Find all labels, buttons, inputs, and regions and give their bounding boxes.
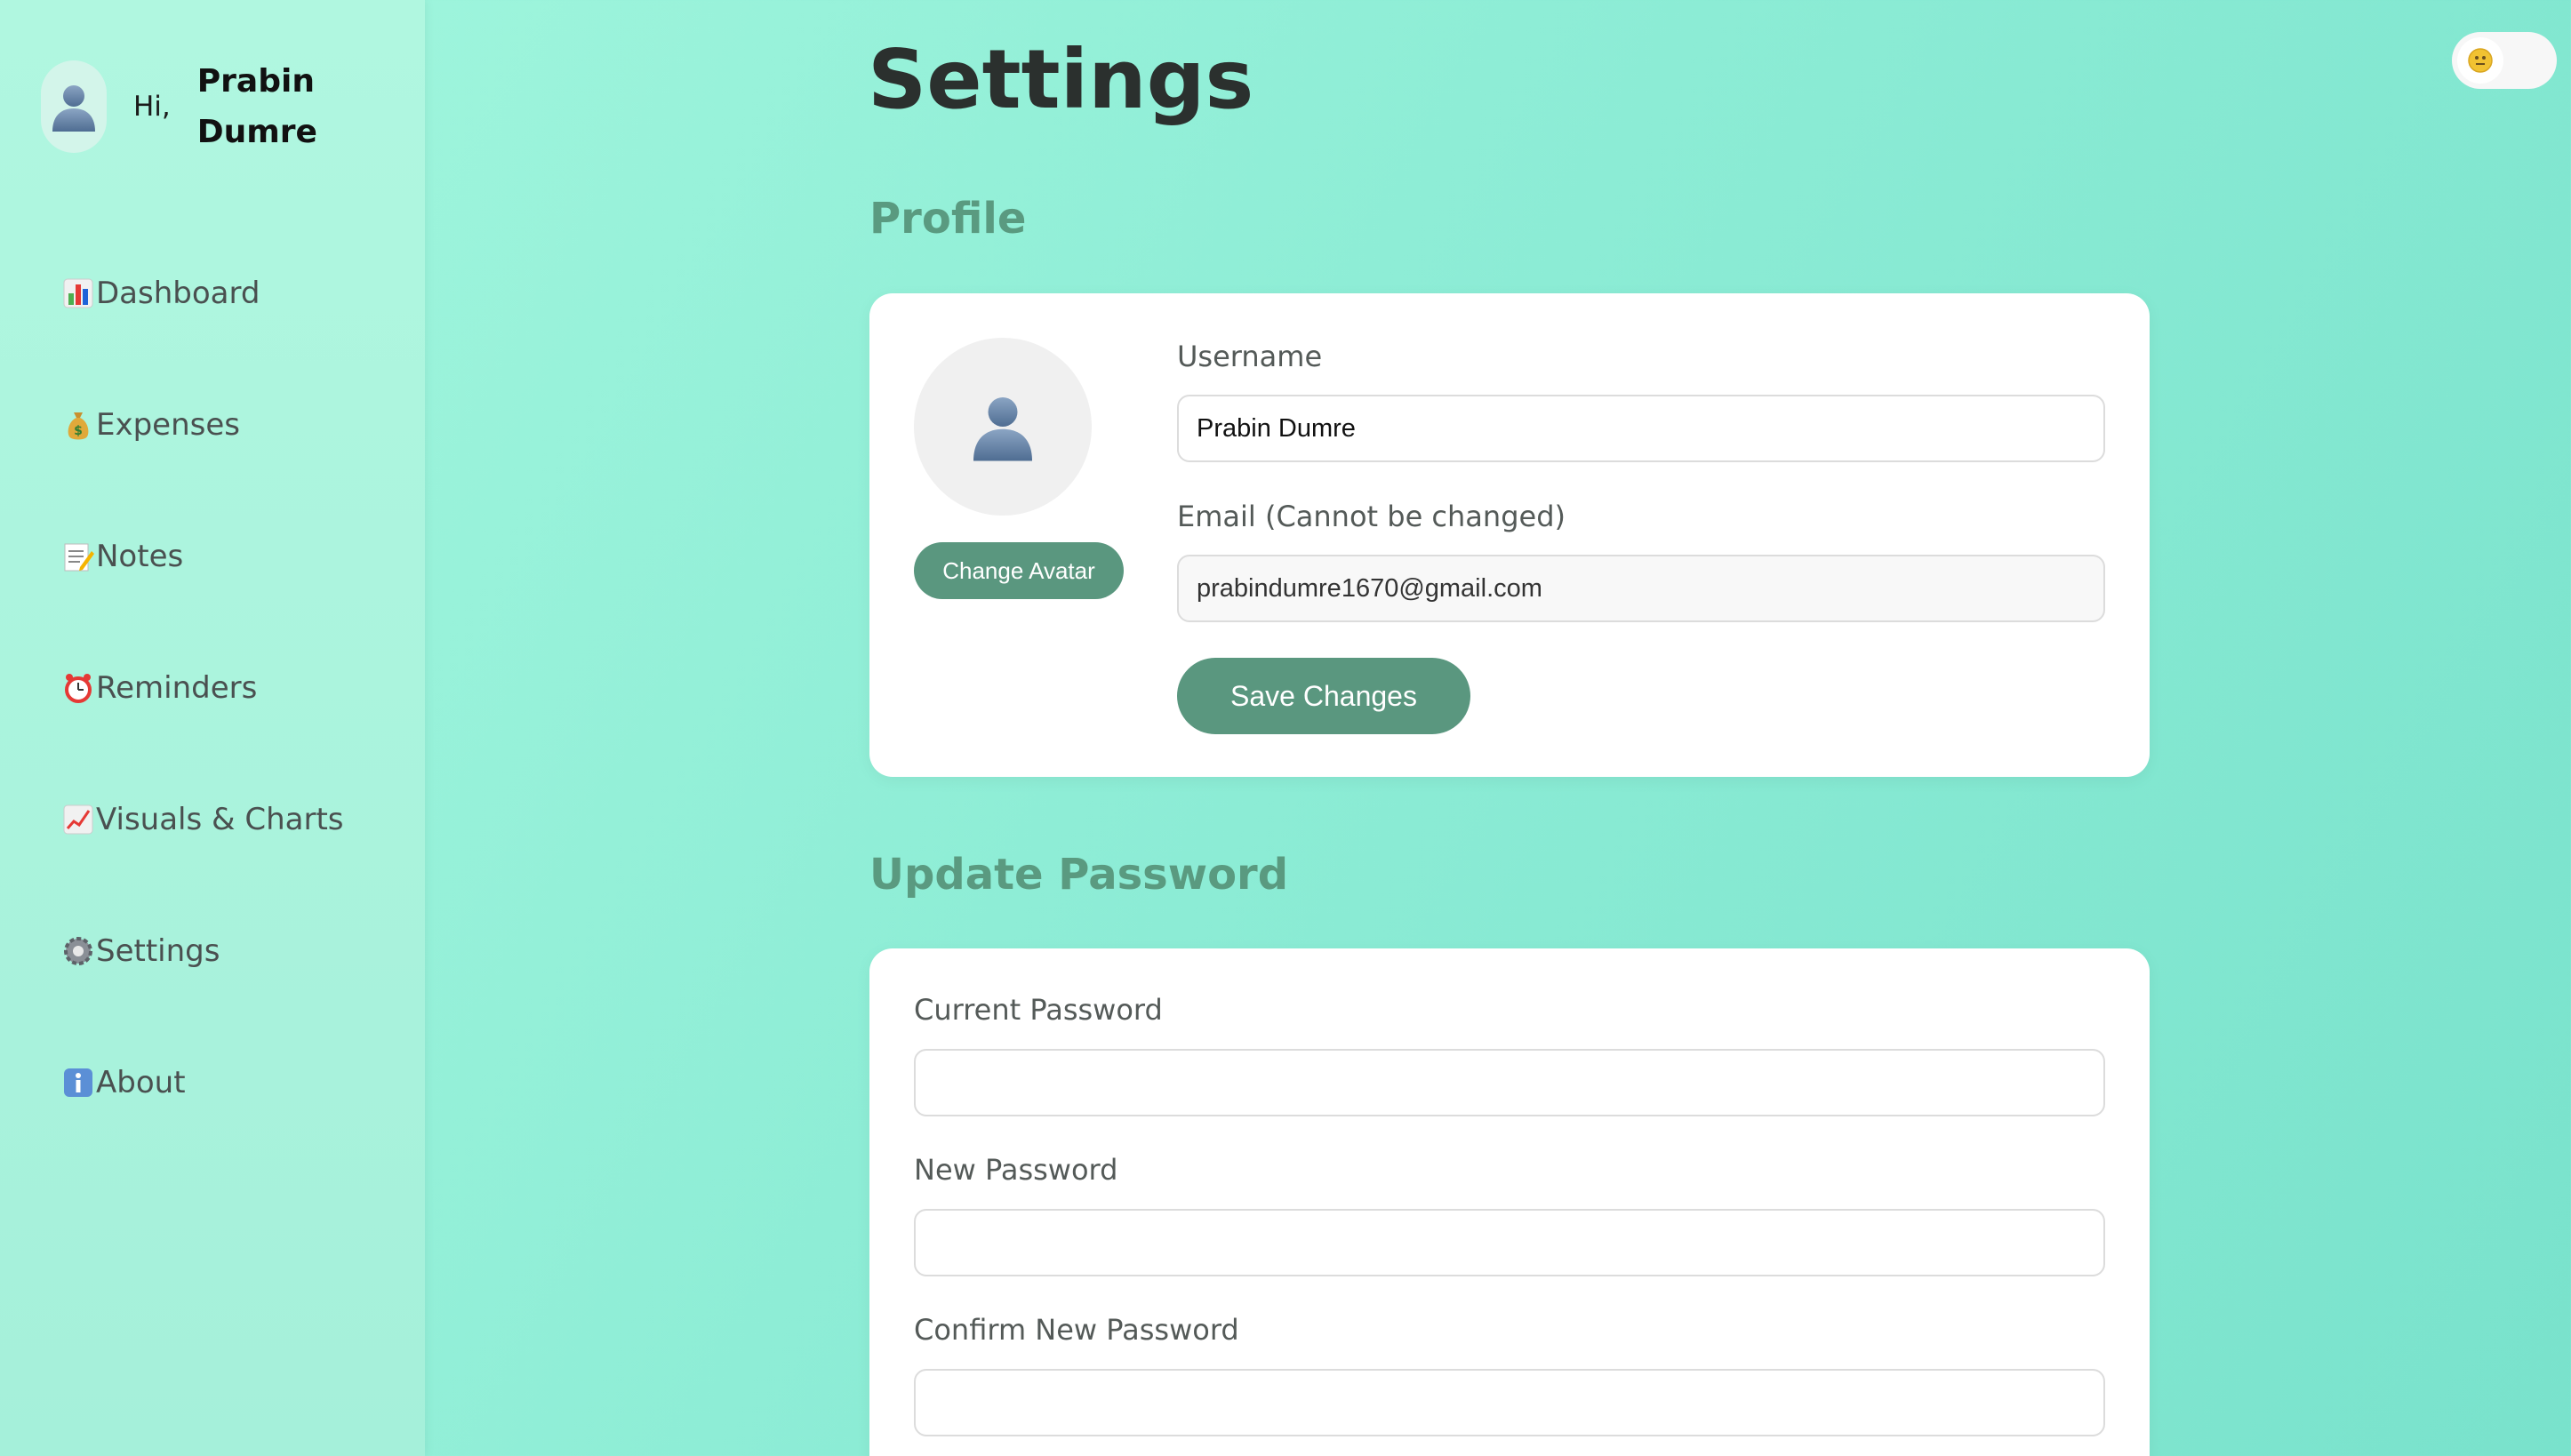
sidebar-item-label: Expenses <box>96 407 240 443</box>
new-password-input[interactable] <box>914 1209 2105 1276</box>
user-silhouette-icon <box>52 85 95 132</box>
user-name: Prabin Dumre <box>196 63 317 150</box>
avatar[interactable] <box>41 60 107 153</box>
sidebar-item-label: Reminders <box>96 670 258 706</box>
sidebar-item-dashboard[interactable]: Dashboard <box>60 265 344 396</box>
password-card: Current Password New Password Confirm Ne… <box>869 948 2150 1456</box>
memo-icon <box>60 539 96 574</box>
profile-heading: Profile <box>869 194 1027 244</box>
user-block: Hi, Prabin Dumre <box>41 60 322 153</box>
save-changes-button[interactable]: Save Changes <box>1177 658 1470 734</box>
svg-text:$: $ <box>74 424 83 438</box>
page-title: Settings <box>868 32 1254 127</box>
info-icon <box>60 1065 96 1100</box>
confirm-password-label: Confirm New Password <box>914 1313 1239 1347</box>
current-password-label: Current Password <box>914 993 1163 1027</box>
username-input[interactable] <box>1177 395 2105 462</box>
sidebar-item-visuals-charts[interactable]: Visuals & Charts <box>60 791 344 923</box>
moon-icon <box>2468 48 2493 73</box>
email-field[interactable] <box>1177 555 2105 622</box>
sidebar-item-notes[interactable]: Notes <box>60 528 344 660</box>
sidebar-item-label: Notes <box>96 539 184 574</box>
email-label: Email (Cannot be changed) <box>1177 500 1566 533</box>
sidebar-item-expenses[interactable]: $ Expenses <box>60 396 344 528</box>
profile-avatar[interactable] <box>914 338 1092 516</box>
bar-chart-icon <box>60 276 96 311</box>
sidebar-item-reminders[interactable]: Reminders <box>60 660 344 791</box>
user-silhouette-icon <box>973 397 1032 461</box>
theme-toggle-knob <box>2457 37 2503 84</box>
update-password-heading: Update Password <box>869 850 1289 900</box>
sidebar-item-label: About <box>96 1065 186 1100</box>
alarm-clock-icon <box>60 670 96 706</box>
confirm-password-input[interactable] <box>914 1369 2105 1436</box>
gear-icon <box>60 933 96 969</box>
sidebar-nav: Dashboard $ Expenses Notes Reminders Vis… <box>60 265 344 1186</box>
current-password-input[interactable] <box>914 1049 2105 1116</box>
sidebar-item-settings[interactable]: Settings <box>60 923 344 1054</box>
sidebar-item-label: Dashboard <box>96 276 260 311</box>
theme-toggle[interactable] <box>2452 32 2557 89</box>
sidebar-item-about[interactable]: About <box>60 1054 344 1186</box>
money-bag-icon: $ <box>60 407 96 443</box>
sidebar-item-label: Settings <box>96 933 220 969</box>
trend-chart-icon <box>60 802 96 837</box>
sidebar-item-label: Visuals & Charts <box>96 802 344 837</box>
profile-card: Change Avatar Username Email (Cannot be … <box>869 293 2150 777</box>
new-password-label: New Password <box>914 1153 1118 1187</box>
greeting: Hi, <box>133 91 171 123</box>
username-label: Username <box>1177 340 1323 373</box>
change-avatar-button[interactable]: Change Avatar <box>914 542 1124 599</box>
sidebar: Hi, Prabin Dumre Dashboard $ Expenses No… <box>0 0 425 1456</box>
